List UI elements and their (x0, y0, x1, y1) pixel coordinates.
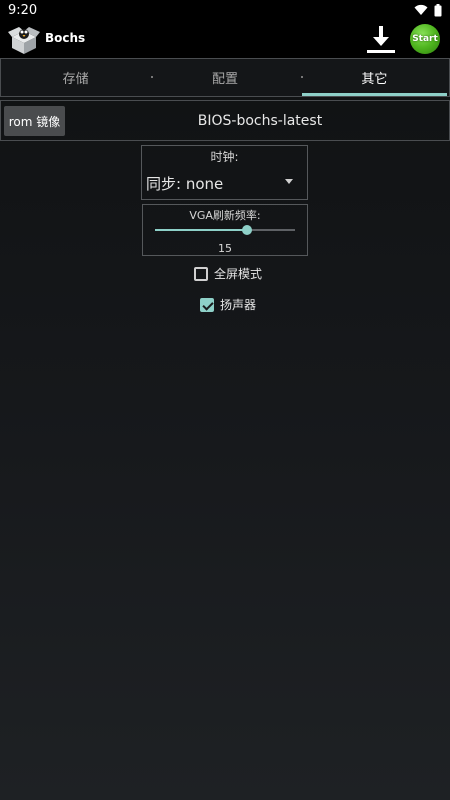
vga-refresh-panel: VGA刷新频率: 15 (142, 204, 308, 256)
tab-config[interactable]: 配置 (150, 59, 299, 96)
fullscreen-label: 全屏模式 (214, 267, 263, 281)
tab-config-label: 配置 (211, 72, 238, 87)
battery-icon (434, 3, 442, 16)
download-icon[interactable] (366, 24, 396, 54)
tab-bar: 存储 配置 其它 (0, 58, 450, 97)
bochs-logo-icon (8, 27, 40, 54)
vga-slider-thumb[interactable] (242, 225, 253, 235)
status-time: 9:20 (8, 2, 38, 18)
vga-refresh-label: VGA刷新频率: (189, 209, 261, 222)
start-button[interactable]: Start (410, 24, 440, 54)
fullscreen-option[interactable]: 全屏模式 (194, 265, 262, 282)
clock-label: 时钟: (210, 150, 239, 164)
tab-separator (301, 76, 303, 78)
status-bar: 9:20 (0, 0, 450, 20)
fullscreen-checkbox[interactable] (194, 266, 208, 281)
vga-refresh-slider[interactable] (155, 225, 295, 235)
tab-other-label: 其它 (361, 72, 388, 87)
tab-other[interactable]: 其它 (300, 59, 449, 96)
app-title: Bochs (45, 31, 86, 45)
tab-storage[interactable]: 存储 (1, 59, 150, 96)
speaker-option[interactable]: 扬声器 (200, 296, 256, 313)
dropdown-arrow-icon[interactable] (285, 179, 293, 184)
rom-image-button[interactable]: rom 镜像 (4, 106, 65, 136)
rom-row: rom 镜像 BIOS-bochs-latest (0, 100, 450, 141)
vga-slider-fill (155, 229, 248, 231)
rom-file-name: BIOS-bochs-latest (197, 113, 323, 129)
speaker-checkbox[interactable] (200, 297, 214, 312)
wifi-icon (414, 4, 428, 15)
vga-refresh-value: 15 (218, 242, 232, 255)
clock-sync-select[interactable]: 同步: none (146, 173, 223, 194)
speaker-label: 扬声器 (220, 298, 257, 312)
tab-separator (151, 76, 153, 78)
status-icons (414, 3, 442, 17)
action-bar: Bochs Start (0, 20, 450, 58)
tab-storage-label: 存储 (62, 72, 89, 87)
clock-panel: 时钟: 同步: none (141, 145, 308, 200)
